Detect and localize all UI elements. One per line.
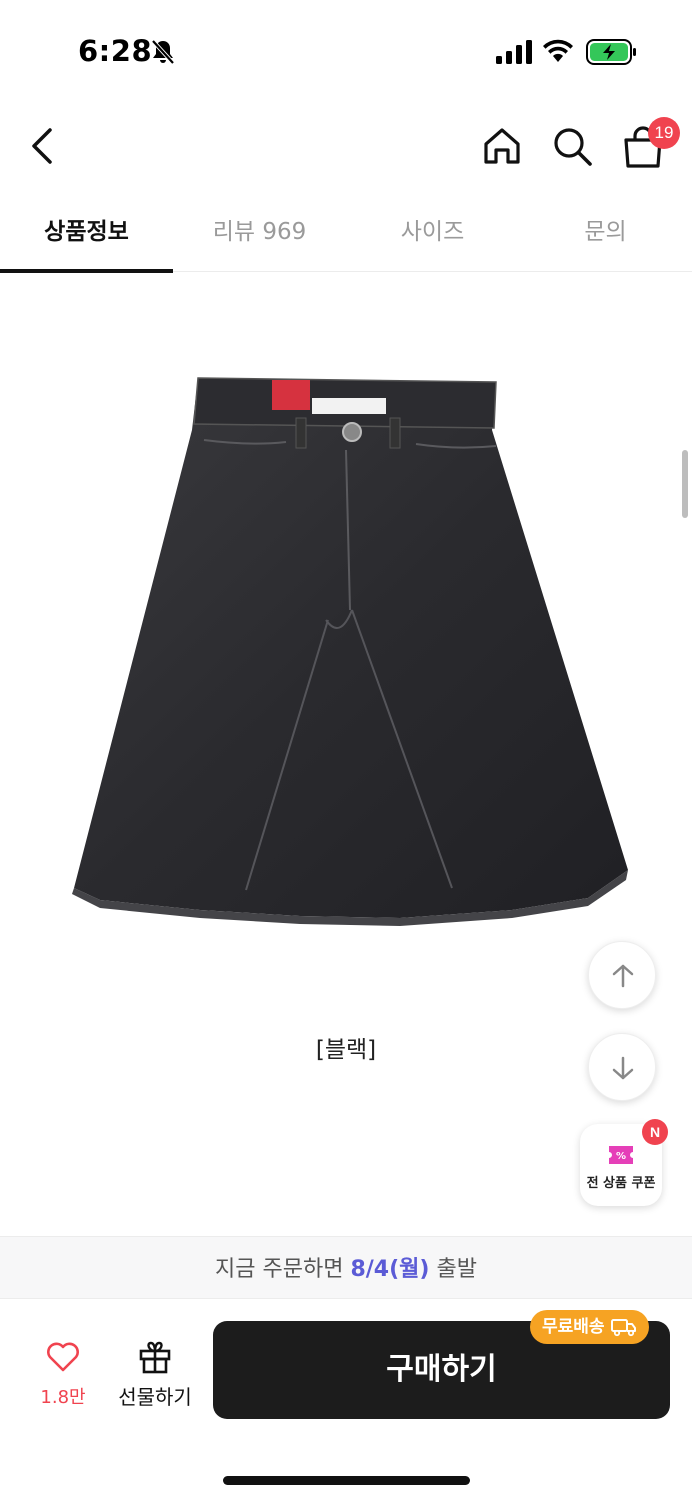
- coupon-ticket-icon: %: [609, 1146, 633, 1164]
- svg-text:%: %: [616, 1151, 626, 1162]
- scroll-to-bottom-button[interactable]: [588, 1033, 656, 1101]
- delivery-truck-icon: [610, 1319, 636, 1337]
- search-icon[interactable]: [548, 122, 596, 170]
- tab-reviews[interactable]: 리뷰 969: [173, 196, 346, 272]
- coupon-new-badge: N: [642, 1119, 668, 1145]
- shipping-suffix: 출발: [429, 1257, 477, 1282]
- arrow-down-icon: [612, 1056, 634, 1080]
- coupon-label: 전 상품 쿠폰: [586, 1176, 656, 1191]
- shipping-notice: 지금 주문하면 8/4(월) 출발: [0, 1237, 692, 1299]
- heart-icon: [47, 1342, 79, 1372]
- home-indicator: [223, 1476, 470, 1485]
- wifi-icon: [543, 39, 573, 62]
- tab-size[interactable]: 사이즈: [346, 196, 519, 272]
- gift-button[interactable]: 선물하기: [112, 1337, 198, 1417]
- cellular-signal-icon: [496, 40, 532, 64]
- bell-muted-icon: [151, 39, 175, 65]
- like-button[interactable]: 1.8만: [28, 1337, 98, 1417]
- status-time: 6:28: [78, 34, 153, 68]
- arrow-up-icon: [612, 964, 634, 988]
- scrollbar[interactable]: [682, 450, 688, 518]
- shipping-prefix: 지금 주문하면: [215, 1257, 351, 1282]
- tab-product-info[interactable]: 상품정보: [0, 196, 173, 273]
- battery-charging-icon: [586, 39, 636, 65]
- back-arrow-icon[interactable]: [22, 122, 62, 170]
- product-tabs: 상품정보 리뷰 969 사이즈 문의: [0, 196, 692, 273]
- scroll-to-top-button[interactable]: [588, 941, 656, 1009]
- gift-label: 선물하기: [118, 1385, 192, 1409]
- tab-inquiry[interactable]: 문의: [519, 196, 692, 272]
- gift-icon: [139, 1341, 171, 1374]
- free-shipping-label: 무료배송: [542, 1317, 605, 1337]
- product-image: [72, 377, 628, 926]
- top-nav-bar: [0, 100, 692, 192]
- bottom-purchase-panel: 지금 주문하면 8/4(월) 출발 1.8만 선물하기 구매하기: [0, 1236, 692, 1500]
- shipping-date: 8/4(월): [350, 1257, 430, 1282]
- cart-count-badge: 19: [648, 117, 680, 149]
- home-icon[interactable]: [478, 122, 526, 170]
- status-bar: 6:28: [0, 0, 692, 100]
- free-shipping-badge: 무료배송: [530, 1310, 649, 1344]
- like-count: 1.8만: [40, 1387, 86, 1408]
